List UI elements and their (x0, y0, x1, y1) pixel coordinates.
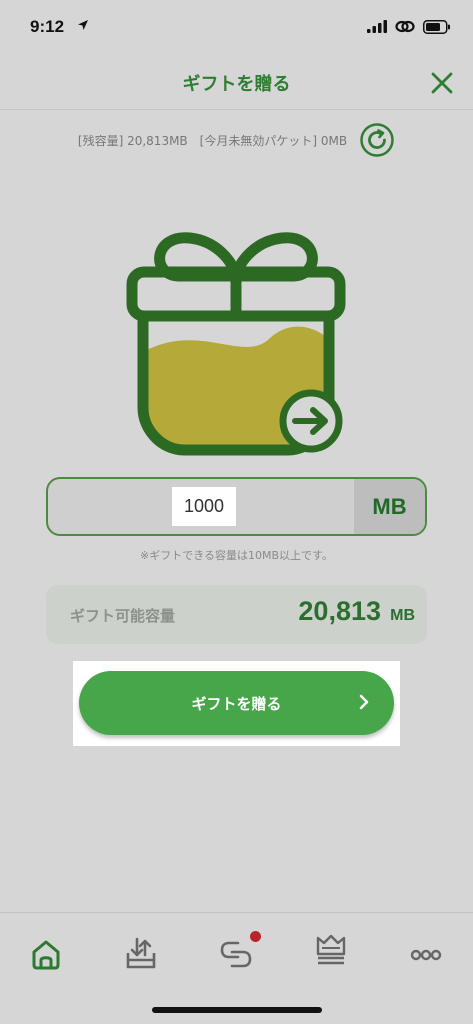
giftable-capacity-label: ギフト可能容量 (70, 607, 176, 625)
location-arrow-icon (78, 20, 88, 30)
battery-icon (423, 19, 450, 34)
gift-box-illustration (126, 232, 346, 456)
gift-amount-field: MB (46, 477, 427, 536)
amount-unit-label: MB (354, 479, 425, 534)
link-icon (395, 20, 415, 33)
header: ギフトを贈る (0, 58, 473, 110)
gift-amount-input[interactable] (172, 487, 236, 526)
giftable-capacity-unit: MB (390, 607, 415, 624)
expired-packets-text: [今月未無効パケット] 0MB (199, 133, 348, 148)
refresh-icon[interactable] (359, 122, 395, 158)
remaining-capacity-text: [残容量] 20,813MB (77, 133, 188, 148)
download-tray-icon[interactable] (121, 933, 161, 973)
home-indicator (152, 1007, 322, 1013)
signal-icon (367, 20, 387, 33)
send-gift-label: ギフトを贈る (191, 694, 282, 713)
giftable-capacity-panel: ギフト可能容量 20,813 MB (46, 585, 427, 644)
capacity-info-row: [残容量] 20,813MB [今月未無効パケット] 0MB (0, 122, 473, 158)
minimum-amount-note: ※ギフトできる容量は10MB以上です。 (140, 549, 333, 562)
notification-badge (250, 931, 261, 942)
send-gift-button[interactable]: ギフトを贈る (79, 671, 394, 735)
home-icon[interactable] (26, 933, 66, 973)
close-icon[interactable] (429, 70, 455, 96)
giftable-capacity-value: 20,813 (298, 596, 381, 626)
chevron-right-icon (359, 694, 369, 710)
crown-icon[interactable] (311, 928, 351, 968)
status-indicators (367, 19, 451, 34)
status-bar: 9:12 (0, 0, 473, 58)
status-time: 9:12 (30, 17, 65, 36)
arrow-right-circle-icon (279, 389, 343, 453)
page-title: ギフトを贈る (182, 74, 291, 95)
more-icon[interactable] (406, 933, 446, 973)
